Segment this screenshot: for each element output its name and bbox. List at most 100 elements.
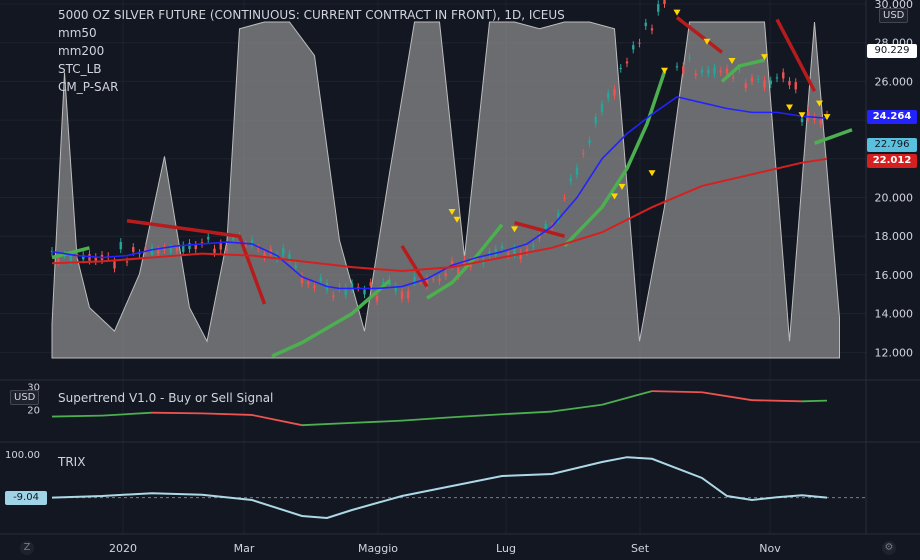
trix-tick: 100.00 <box>5 450 40 461</box>
candle-body <box>332 295 335 298</box>
x-tick-label: Mar <box>234 542 255 555</box>
candle-body <box>719 70 722 73</box>
x-tick-label: Nov <box>759 542 781 555</box>
supertrend-tick: 20 <box>27 405 40 416</box>
candle-body <box>513 248 516 255</box>
y-tick-label: 12.000 <box>875 346 914 359</box>
candle-body <box>194 244 197 249</box>
supertrend-title: Supertrend V1.0 - Buy or Sell Signal <box>58 391 274 405</box>
candle-body <box>69 255 72 262</box>
currency-badge-supertrend[interactable]: USD <box>10 390 40 405</box>
y-tick-label: 26.000 <box>875 75 914 88</box>
candle-body <box>288 254 291 260</box>
y-tick-label: 14.000 <box>875 308 914 321</box>
candle-body <box>307 282 310 285</box>
candle-body <box>444 272 447 276</box>
candle-body <box>157 249 160 254</box>
main-legend: 5000 OZ SILVER FUTURE (CONTINUOUS: CURRE… <box>58 6 565 96</box>
legend-mm50[interactable]: mm50 <box>58 24 565 42</box>
candle-body <box>244 244 247 246</box>
candle-body <box>525 248 529 252</box>
candle-body <box>707 69 710 74</box>
candle-body <box>588 140 591 144</box>
candle-body <box>632 45 635 50</box>
mm200-value-badge: 22.012 <box>867 154 917 168</box>
candle-body <box>132 247 135 252</box>
candle-body <box>582 152 585 155</box>
price-value-badge: 24.264 <box>867 110 917 124</box>
candle-body <box>663 0 666 4</box>
candle-body <box>57 258 60 263</box>
candle-body <box>757 78 760 80</box>
candle-body <box>688 57 691 59</box>
candle-body <box>788 80 791 86</box>
candle-body <box>619 67 622 69</box>
candle-body <box>750 77 754 82</box>
candle-body <box>725 68 729 74</box>
candle-body <box>125 261 129 263</box>
candle-body <box>282 248 285 256</box>
y-tick-label: 20.000 <box>875 192 914 205</box>
legend-psar[interactable]: CM_P-SAR <box>58 78 565 96</box>
candle-body <box>563 197 566 199</box>
candle-body <box>213 248 216 253</box>
candle-body <box>363 289 366 295</box>
candle-body <box>369 282 372 286</box>
stc-value-badge: 90.229 <box>867 44 917 58</box>
candle-body <box>232 237 235 240</box>
candle-body <box>682 66 685 74</box>
candle-body <box>432 278 435 280</box>
candle-body <box>800 118 804 123</box>
candle-body <box>819 120 822 125</box>
currency-badge-main[interactable]: USD <box>879 8 909 23</box>
candle-body <box>782 72 785 79</box>
candle-body <box>775 77 779 79</box>
candle-body <box>294 265 297 268</box>
x-tick-label: Maggio <box>358 542 398 555</box>
trix-value-badge: -9.04 <box>5 491 47 505</box>
candle-body <box>613 89 616 96</box>
candle-body <box>169 247 172 253</box>
candle-body <box>313 286 316 288</box>
candle-body <box>675 66 679 68</box>
legend-mm200[interactable]: mm200 <box>58 42 565 60</box>
candle-body <box>769 80 772 85</box>
candle-body <box>438 278 441 281</box>
supertrend-segment <box>751 399 803 403</box>
candle-body <box>225 249 229 251</box>
candle-body <box>188 243 191 249</box>
candle-body <box>638 42 641 44</box>
candle-body <box>744 82 747 89</box>
candle-body <box>732 77 735 79</box>
candle-body <box>644 22 647 27</box>
chart-title: 5000 OZ SILVER FUTURE (CONTINUOUS: CURRE… <box>58 8 565 22</box>
candle-body <box>594 116 597 124</box>
supertrend-segment <box>151 411 203 415</box>
candle-body <box>657 4 660 12</box>
mm50-value-badge: 22.796 <box>867 138 917 152</box>
candle-body <box>794 82 797 90</box>
trix-title: TRIX <box>58 455 86 469</box>
candle-body <box>607 93 610 99</box>
candle-body <box>694 73 697 76</box>
candle-body <box>119 241 122 250</box>
candle-body <box>600 104 604 112</box>
candle-body <box>113 261 116 269</box>
candle-body <box>319 277 322 282</box>
supertrend-segment <box>51 414 103 418</box>
candle-body <box>413 276 416 283</box>
supertrend-segment <box>651 390 703 394</box>
x-tick-label: Set <box>631 542 650 555</box>
candle-body <box>407 291 410 299</box>
y-tick-label: 16.000 <box>875 269 914 282</box>
legend-stc[interactable]: STC_LB <box>58 60 565 78</box>
candle-body <box>150 247 154 255</box>
y-tick-label: 18.000 <box>875 230 914 243</box>
candle-body <box>625 61 629 64</box>
candle-body <box>650 28 654 31</box>
x-tick-label: Lug <box>496 542 516 555</box>
candle-body <box>569 178 572 182</box>
settings-gear-icon[interactable]: ⚙ <box>882 541 896 555</box>
candle-body <box>219 243 222 250</box>
zoom-button[interactable]: Z <box>20 541 34 555</box>
